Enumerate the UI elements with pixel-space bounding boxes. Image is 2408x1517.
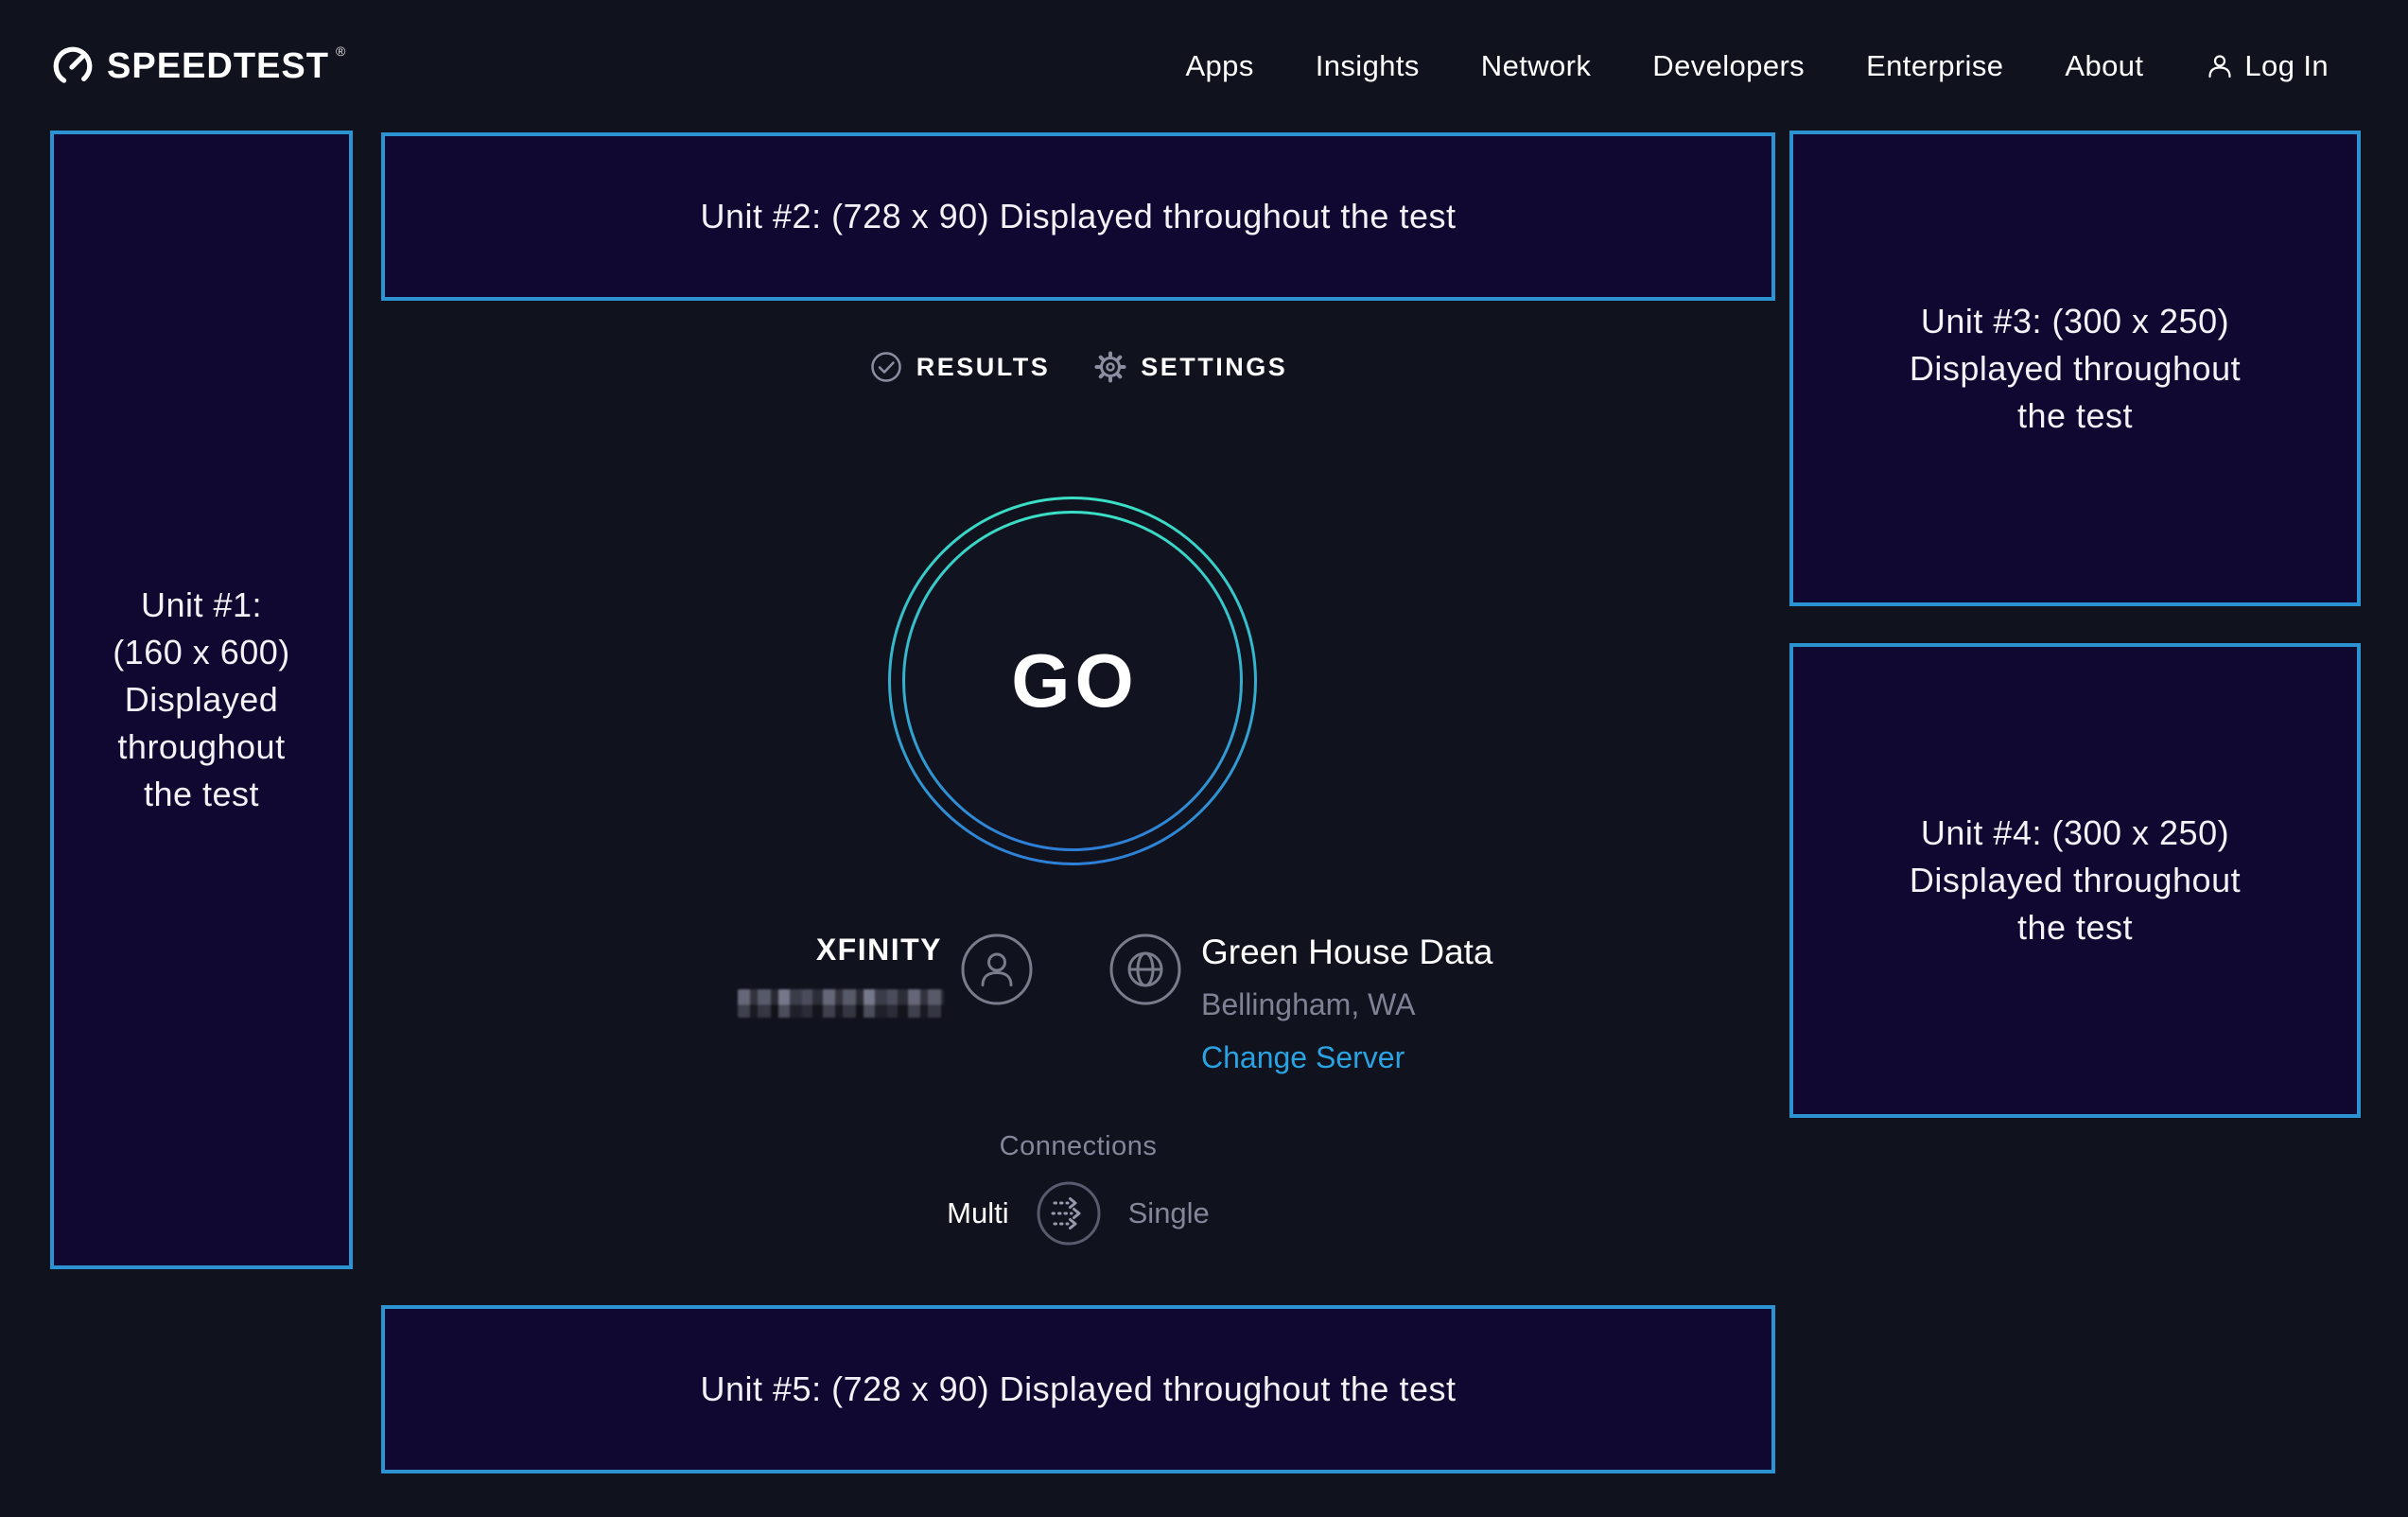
ad-text-line: Unit #2: (728 x 90) Displayed throughout… — [701, 193, 1457, 240]
server-globe-icon — [1108, 933, 1182, 1006]
ad-text-line: (160 x 600) — [113, 629, 290, 676]
connections-toggle-row: Multi Single — [381, 1180, 1775, 1247]
nav-item-developers[interactable]: Developers — [1652, 49, 1805, 83]
tab-results[interactable]: RESULTS — [869, 350, 1051, 384]
ad-unit-1-skyscraper[interactable]: Unit #1: (160 x 600) Displayed throughou… — [50, 131, 353, 1269]
nav-item-login[interactable]: Log In — [2205, 49, 2329, 83]
ad-text-line: the test — [2017, 392, 2133, 440]
top-navbar: SPEEDTEST ® Apps Insights Network Develo… — [0, 0, 2408, 132]
ad-text-line: the test — [144, 771, 259, 818]
gear-icon — [1093, 350, 1127, 384]
tab-settings[interactable]: SETTINGS — [1093, 350, 1287, 384]
check-circle-icon — [869, 350, 903, 384]
results-tab-label: RESULTS — [916, 353, 1051, 382]
ad-unit-5-leaderboard[interactable]: Unit #5: (728 x 90) Displayed throughout… — [381, 1305, 1775, 1473]
ad-text-line: Unit #4: (300 x 250) — [1921, 810, 2229, 857]
ad-text-line: Unit #3: (300 x 250) — [1921, 298, 2229, 345]
connections-multi-option[interactable]: Multi — [947, 1196, 1008, 1230]
ad-unit-4-rectangle[interactable]: Unit #4: (300 x 250) Displayed throughou… — [1789, 643, 2361, 1118]
ad-text-line: the test — [2017, 904, 2133, 951]
isp-user-icon — [960, 933, 1034, 1006]
results-settings-tabs: RESULTS SETTINGS — [381, 348, 1775, 386]
speedtest-page: { "colors": { "page_bg": "#10121e", "ad_… — [0, 0, 2408, 1517]
settings-tab-label: SETTINGS — [1141, 353, 1287, 382]
go-button-label: GO — [883, 492, 1262, 870]
login-label: Log In — [2244, 49, 2329, 83]
speedometer-logo-icon — [51, 44, 95, 88]
server-name: Green House Data — [1201, 934, 1493, 969]
connections-toggle-icon[interactable] — [1036, 1180, 1102, 1247]
ad-text-line: Unit #5: (728 x 90) Displayed throughout… — [701, 1366, 1457, 1413]
server-location: Bellingham, WA — [1201, 989, 1493, 1020]
ad-text-line: Displayed throughout — [1910, 857, 2241, 904]
primary-nav: Apps Insights Network Developers Enterpr… — [1185, 0, 2329, 132]
go-button[interactable]: GO — [883, 492, 1262, 870]
ad-text-line: Displayed — [125, 676, 279, 724]
user-icon — [2205, 51, 2235, 81]
ip-address-redacted — [738, 989, 944, 1018]
logo-wordmark: SPEEDTEST — [107, 46, 329, 87]
connections-label: Connections — [381, 1131, 1775, 1162]
nav-item-network[interactable]: Network — [1481, 49, 1592, 83]
speedtest-logo[interactable]: SPEEDTEST ® — [51, 0, 345, 132]
logo-trademark: ® — [336, 44, 345, 59]
ad-text-line: Unit #1: — [141, 582, 262, 629]
ad-unit-3-rectangle[interactable]: Unit #3: (300 x 250) Displayed throughou… — [1789, 131, 2361, 606]
connections-single-option[interactable]: Single — [1128, 1196, 1210, 1230]
server-info: Green House Data Bellingham, WA Change S… — [1201, 934, 1493, 1072]
ad-unit-2-leaderboard[interactable]: Unit #2: (728 x 90) Displayed throughout… — [381, 132, 1775, 301]
nav-item-enterprise[interactable]: Enterprise — [1866, 49, 2003, 83]
nav-item-insights[interactable]: Insights — [1316, 49, 1420, 83]
ad-text-line: throughout — [117, 724, 285, 771]
ad-text-line: Displayed throughout — [1910, 345, 2241, 392]
nav-item-apps[interactable]: Apps — [1185, 49, 1253, 83]
isp-name[interactable]: XFINITY — [757, 933, 942, 968]
nav-item-about[interactable]: About — [2065, 49, 2143, 83]
change-server-link[interactable]: Change Server — [1201, 1042, 1493, 1072]
